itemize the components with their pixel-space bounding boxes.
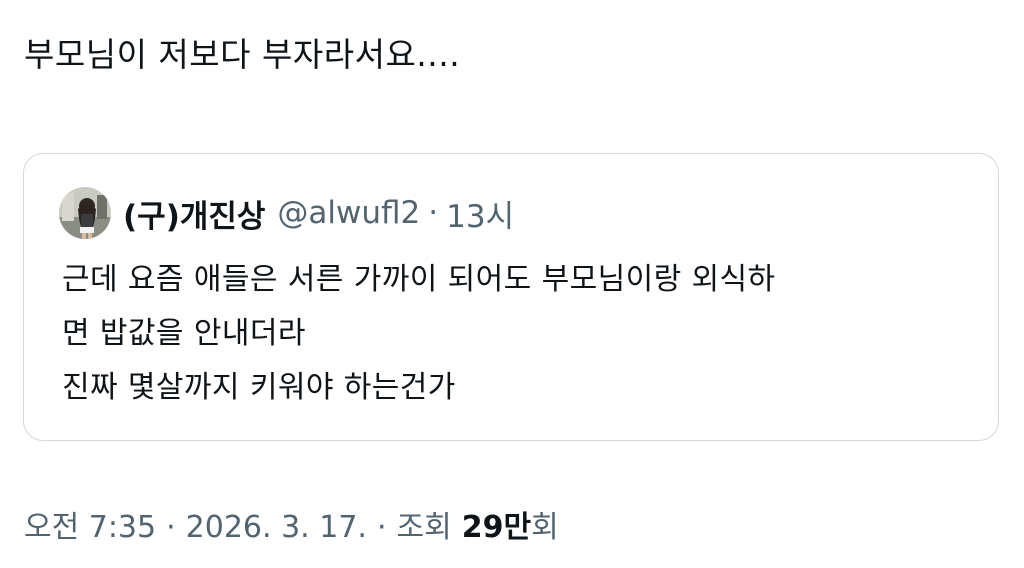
- separator-dot: ·: [428, 195, 439, 231]
- tweet-time[interactable]: 오전 7:35: [24, 502, 156, 546]
- quoted-text-line: 근데 요즘 애들은 서른 가까이 되어도 부모님이랑 외식하: [62, 262, 776, 297]
- quoted-tweet-header: (구)개진상 @alwufl2 · 13시: [59, 187, 514, 239]
- tweet-text: 부모님이 저보다 부자라서요....: [24, 35, 461, 74]
- profile-photo-icon: [59, 187, 111, 239]
- quoted-tweet-text: 근데 요즘 애들은 서른 가까이 되어도 부모님이랑 외식하 면 밥값을 안내더…: [62, 253, 982, 415]
- views-suffix: 회: [531, 510, 559, 545]
- quoted-tweet-card[interactable]: (구)개진상 @alwufl2 · 13시 근데 요즘 애들은 서른 가까이 되…: [23, 153, 999, 441]
- separator-dot: ·: [166, 510, 176, 545]
- views-count[interactable]: 29만: [462, 502, 531, 546]
- avatar[interactable]: [59, 187, 111, 239]
- tweet-meta: 오전 7:35 · 2026. 3. 17. · 조회 29만 회: [24, 502, 559, 546]
- quoted-text-line: 진짜 몇살까지 키워야 하는건가: [62, 370, 456, 405]
- quoted-tweet-time[interactable]: 13시: [446, 191, 514, 236]
- quoted-text-line: 면 밥값을 안내더라: [62, 316, 306, 351]
- quoted-author-name[interactable]: (구)개진상: [123, 191, 265, 236]
- tweet-date[interactable]: 2026. 3. 17.: [186, 510, 367, 545]
- separator-dot: ·: [376, 510, 387, 545]
- views-label: 조회: [396, 510, 452, 545]
- quoted-author-handle[interactable]: @alwufl2: [277, 195, 420, 231]
